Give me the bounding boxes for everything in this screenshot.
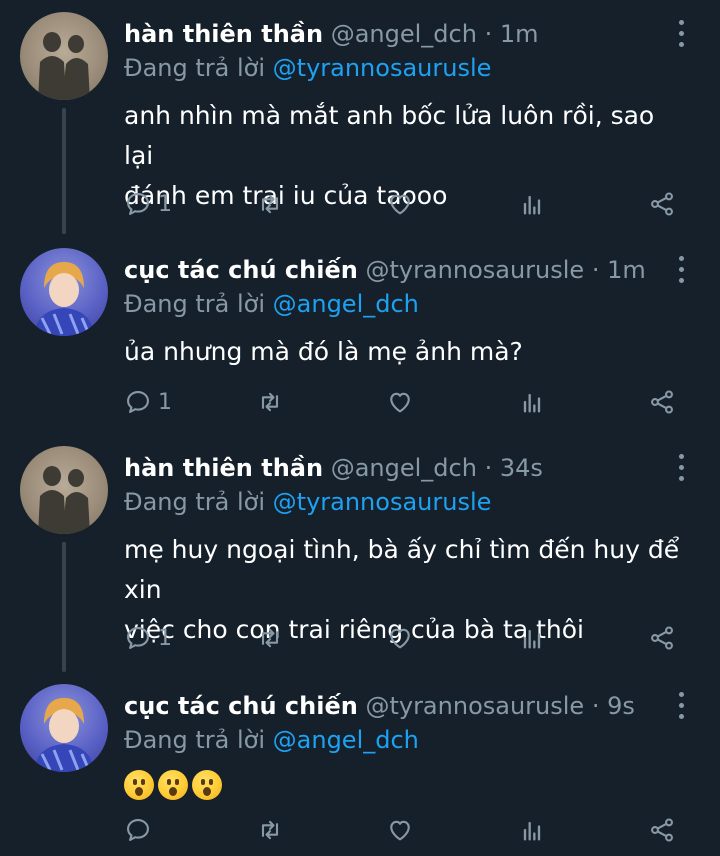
analytics-button[interactable]	[518, 184, 546, 224]
display-name[interactable]: cục tác chú chiến	[124, 692, 358, 720]
replying-to: Đang trả lời @tyrannosaurusle	[124, 52, 491, 84]
avatar[interactable]	[20, 684, 108, 772]
reply-icon	[127, 819, 149, 841]
replying-prefix: Đang trả lời	[124, 290, 266, 318]
tweet-header: hàn thiên thần @angel_dch · 1m	[124, 16, 539, 52]
heart-icon	[390, 194, 410, 215]
reply-button[interactable]: 1	[124, 618, 172, 658]
retweet-button[interactable]	[256, 810, 284, 850]
person-avatar	[34, 698, 94, 772]
handle[interactable]: @tyrannosaurusle	[365, 692, 584, 720]
tweet-text-line: ủa nhưng mà đó là mẹ ảnh mà?	[124, 337, 523, 366]
share-button[interactable]	[648, 382, 676, 422]
share-icon	[651, 192, 673, 216]
like-button[interactable]	[386, 382, 414, 422]
tweet-header: hàn thiên thần @angel_dch · 34s	[124, 450, 543, 486]
heart-icon	[390, 392, 410, 413]
share-icon	[651, 626, 673, 650]
replying-prefix: Đang trả lời	[124, 54, 266, 82]
analytics-icon	[523, 629, 541, 649]
tweet-text: ủa nhưng mà đó là mẹ ảnh mà?	[124, 332, 684, 372]
share-icon	[651, 390, 673, 414]
reply-icon	[127, 193, 149, 215]
share-button[interactable]	[648, 184, 676, 224]
tweet-actions: 1	[124, 382, 684, 422]
retweet-icon	[261, 392, 279, 412]
analytics-icon	[523, 821, 541, 841]
handle[interactable]: @tyrannosaurusle	[365, 256, 584, 284]
retweet-icon	[261, 820, 279, 840]
tweet-header: cục tác chú chiến @tyrannosaurusle · 1m	[124, 252, 646, 288]
like-button[interactable]	[386, 184, 414, 224]
mention-link[interactable]: @angel_dch	[273, 290, 419, 318]
handle[interactable]: @angel_dch	[331, 20, 477, 48]
reply-button[interactable]: 1	[124, 184, 172, 224]
analytics-button[interactable]	[518, 382, 546, 422]
reply-count: 1	[158, 191, 172, 217]
person-avatar	[34, 262, 94, 336]
share-button[interactable]	[648, 810, 676, 850]
heart-icon	[390, 820, 410, 841]
replying-to: Đang trả lời @tyrannosaurusle	[124, 486, 491, 518]
display-name[interactable]: cục tác chú chiến	[124, 256, 358, 284]
tweet-text-line: anh nhìn mà mắt anh bốc lửa luôn rồi, sa…	[124, 101, 655, 170]
retweet-icon	[261, 628, 279, 648]
tweet[interactable]: cục tác chú chiến @tyrannosaurusle · 1m …	[0, 236, 720, 432]
handle[interactable]: @angel_dch	[331, 454, 477, 482]
avatar[interactable]	[20, 446, 108, 534]
shadow-couple-avatar	[38, 466, 90, 534]
tweet-header: cục tác chú chiến @tyrannosaurusle · 9s	[124, 688, 635, 724]
like-button[interactable]	[386, 810, 414, 850]
reply-button[interactable]	[124, 810, 152, 850]
tweet-text-line: mẹ huy ngoại tình, bà ấy chỉ tìm đến huy…	[124, 535, 680, 604]
timestamp[interactable]: · 1m	[485, 20, 539, 48]
analytics-button[interactable]	[518, 810, 546, 850]
hushed-face-emoji	[158, 770, 188, 800]
tweet[interactable]: cục tác chú chiến @tyrannosaurusle · 9s …	[0, 672, 720, 856]
reply-count: 1	[158, 389, 172, 415]
retweet-button[interactable]	[256, 184, 284, 224]
tweet-text	[124, 764, 684, 804]
mention-link[interactable]: @angel_dch	[273, 726, 419, 754]
replying-prefix: Đang trả lời	[124, 488, 266, 516]
display-name[interactable]: hàn thiên thần	[124, 20, 323, 48]
tweet[interactable]: hàn thiên thần @angel_dch · 1m Đang trả …	[0, 0, 720, 232]
retweet-button[interactable]	[256, 618, 284, 658]
analytics-button[interactable]	[518, 618, 546, 658]
avatar[interactable]	[20, 12, 108, 100]
hushed-face-emoji	[124, 770, 154, 800]
tweet-actions	[124, 810, 684, 850]
more-options-icon[interactable]	[674, 20, 688, 50]
timestamp[interactable]: · 9s	[592, 692, 635, 720]
analytics-icon	[523, 195, 541, 215]
avatar[interactable]	[20, 248, 108, 336]
like-button[interactable]	[386, 618, 414, 658]
reply-icon	[127, 627, 149, 649]
replying-prefix: Đang trả lời	[124, 726, 266, 754]
mention-link[interactable]: @tyrannosaurusle	[273, 488, 492, 516]
timestamp[interactable]: · 1m	[592, 256, 646, 284]
heart-icon	[390, 628, 410, 649]
more-options-icon[interactable]	[674, 692, 688, 722]
shadow-couple-avatar	[38, 32, 90, 100]
reply-button[interactable]: 1	[124, 382, 172, 422]
replying-to: Đang trả lời @angel_dch	[124, 288, 419, 320]
tweet-actions: 1	[124, 618, 684, 658]
reply-count: 1	[158, 625, 172, 651]
tweet-actions: 1	[124, 184, 684, 224]
reply-icon	[127, 391, 149, 413]
analytics-icon	[523, 393, 541, 413]
retweet-icon	[261, 194, 279, 214]
more-options-icon[interactable]	[674, 454, 688, 484]
replying-to: Đang trả lời @angel_dch	[124, 724, 419, 756]
tweet[interactable]: hàn thiên thần @angel_dch · 34s Đang trả…	[0, 434, 720, 670]
mention-link[interactable]: @tyrannosaurusle	[273, 54, 492, 82]
retweet-button[interactable]	[256, 382, 284, 422]
share-icon	[651, 818, 673, 842]
timestamp[interactable]: · 34s	[485, 454, 543, 482]
display-name[interactable]: hàn thiên thần	[124, 454, 323, 482]
share-button[interactable]	[648, 618, 676, 658]
hushed-face-emoji	[192, 770, 222, 800]
more-options-icon[interactable]	[674, 256, 688, 286]
